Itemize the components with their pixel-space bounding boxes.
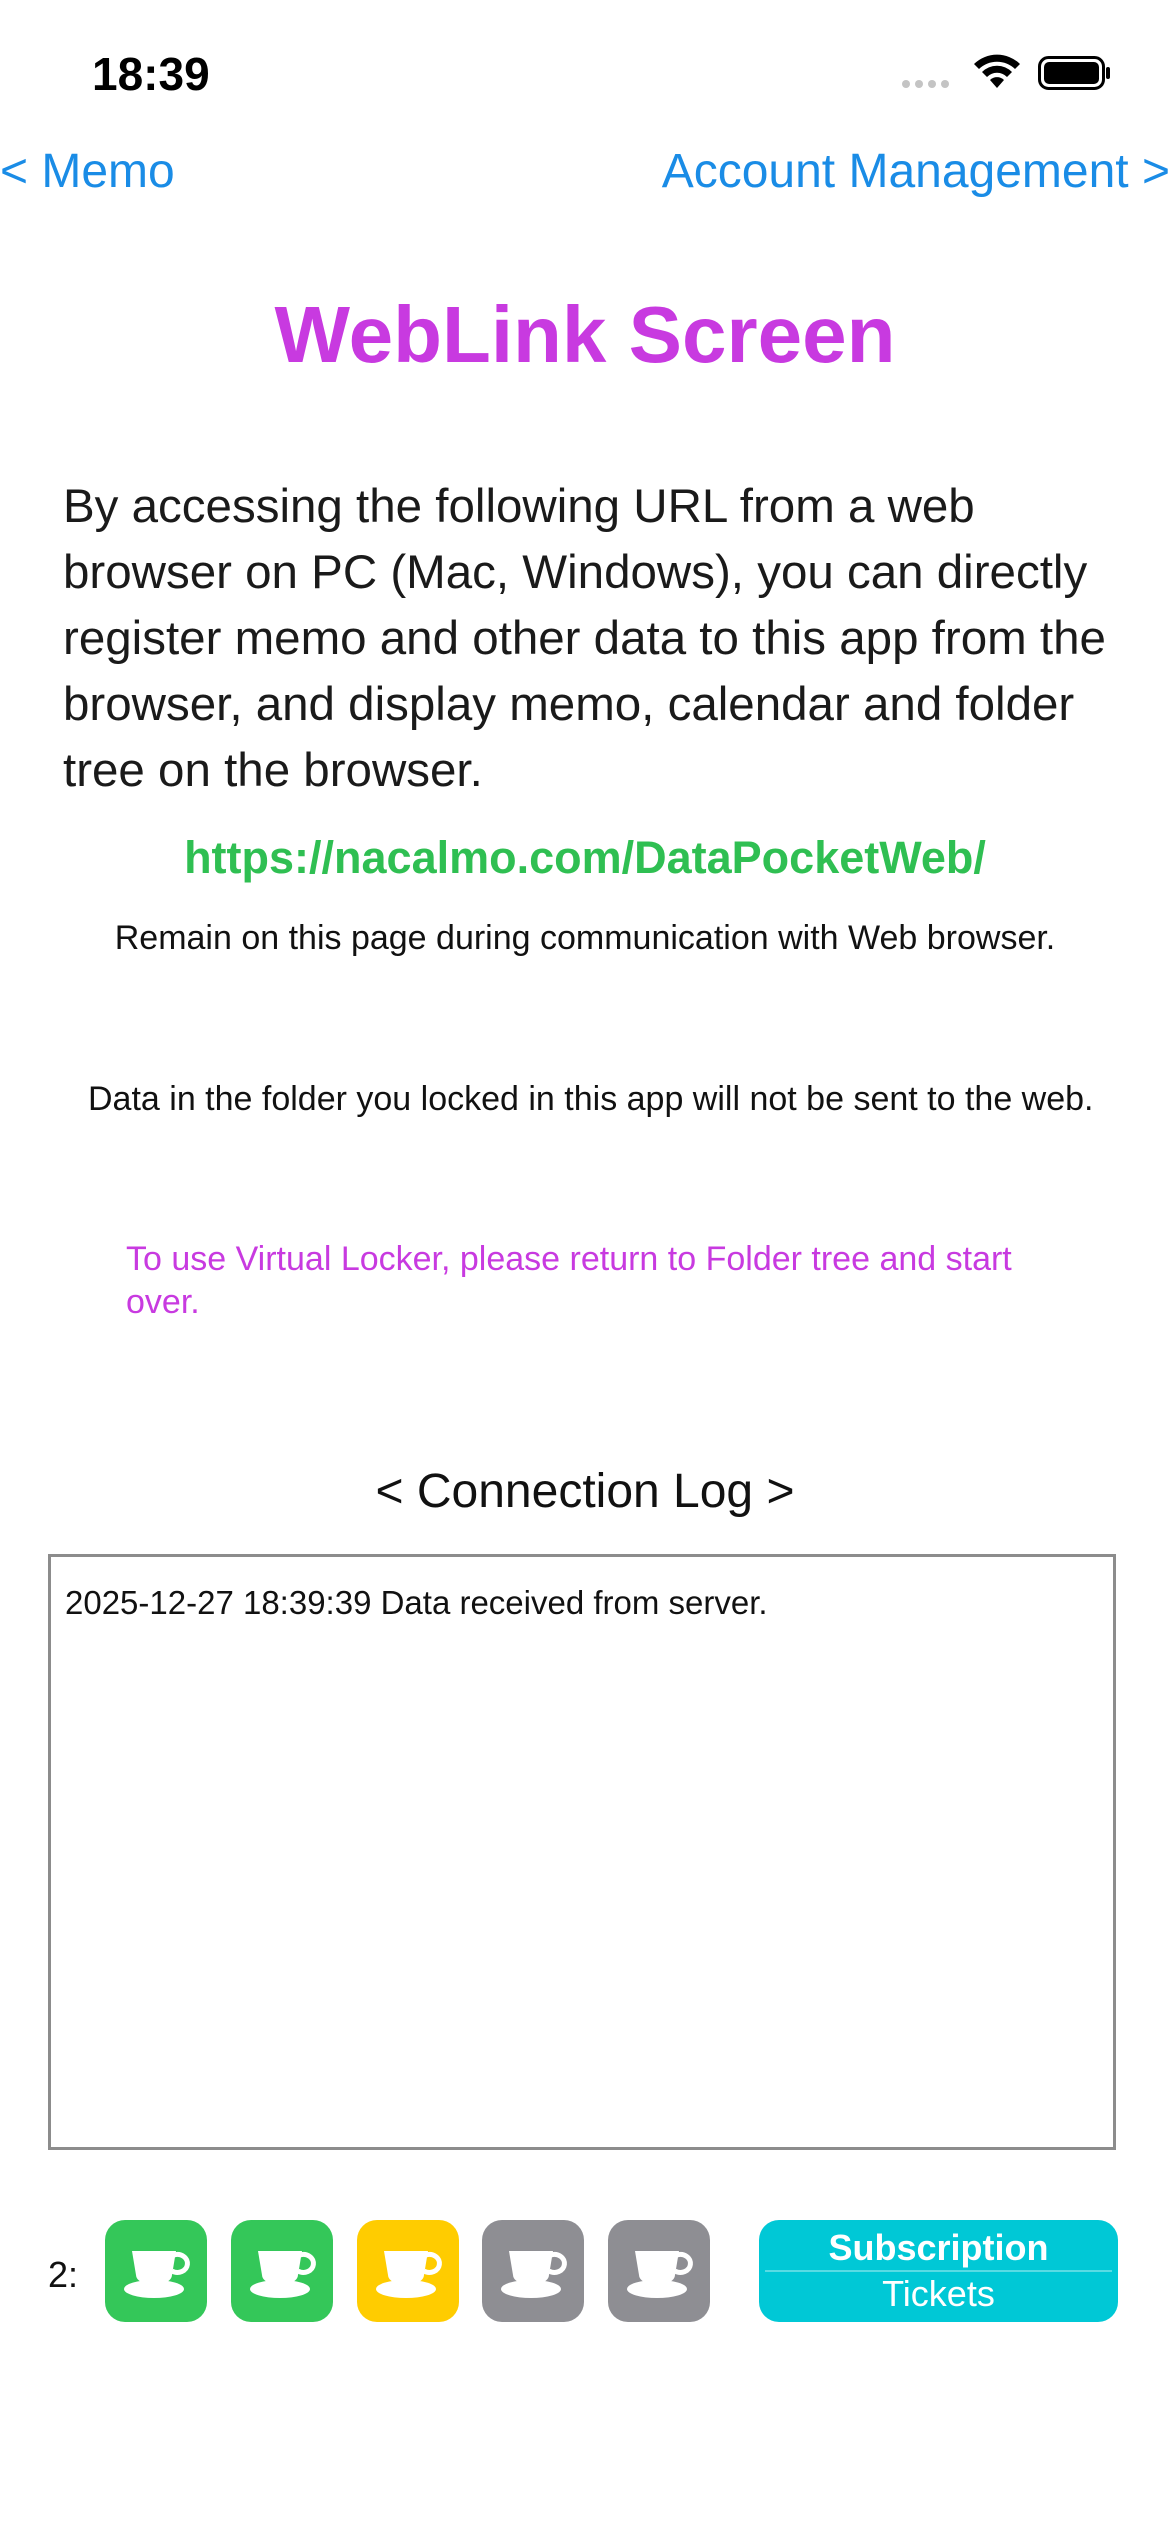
subscription-label: Subscription <box>765 2226 1112 2272</box>
coffee-cup-icon <box>501 2251 567 2298</box>
remain-on-page-note: Remain on this page during communication… <box>114 919 1056 957</box>
wifi-icon <box>974 54 1020 88</box>
tickets-label: Tickets <box>882 2273 995 2314</box>
status-time: 18:39 <box>92 48 210 100</box>
back-to-memo-link[interactable]: < Memo <box>0 142 175 202</box>
coffee-cup-icon <box>627 2251 693 2298</box>
connection-log-title: < Connection Log > <box>375 1465 795 1518</box>
web-url-link[interactable]: https://nacalmo.com/DataPocketWeb/ <box>0 828 1170 888</box>
page-title: WebLink Screen <box>274 290 896 379</box>
coffee-cup-icon <box>250 2251 316 2298</box>
coffee-ticket-3[interactable] <box>357 2220 459 2322</box>
subscription-tickets-button[interactable]: Subscription Tickets <box>759 2220 1118 2322</box>
coffee-ticket-2[interactable] <box>231 2220 333 2322</box>
account-management-link[interactable]: Account Management > <box>662 142 1170 202</box>
description-text: By accessing the following URL from a we… <box>63 480 1106 797</box>
coffee-cup-icon <box>124 2251 190 2298</box>
virtual-locker-note: To use Virtual Locker, please return to … <box>126 1240 1012 1321</box>
battery-icon <box>1038 56 1110 90</box>
coffee-cup-icon <box>376 2251 442 2298</box>
cellular-signal-icon <box>902 80 949 88</box>
connection-log-box[interactable]: 2025-12-27 18:39:39 Data received from s… <box>48 1554 1116 2150</box>
coffee-ticket-5[interactable] <box>608 2220 710 2322</box>
coffee-ticket-4[interactable] <box>482 2220 584 2322</box>
ticket-count-label: 2: <box>48 2254 79 2295</box>
log-entry: 2025-12-27 18:39:39 Data received from s… <box>65 1584 768 1621</box>
coffee-ticket-1[interactable] <box>105 2220 207 2322</box>
locked-folder-note: Data in the folder you locked in this ap… <box>88 1080 1094 1118</box>
